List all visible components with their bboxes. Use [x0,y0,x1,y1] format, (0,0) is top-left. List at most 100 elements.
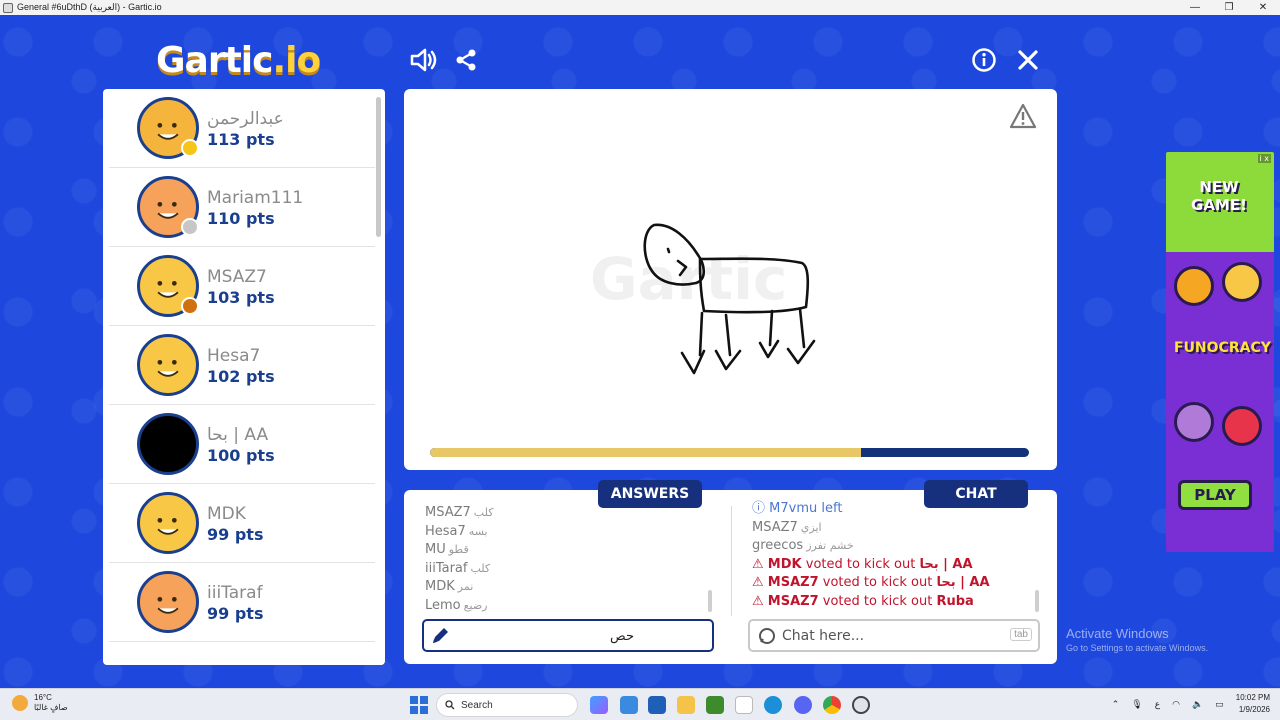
share-icon[interactable] [452,46,480,74]
advertisement[interactable]: i x NEW GAME! FUNOCRACY PLAY [1166,152,1274,552]
watermark-line1: Activate Windows [1066,626,1169,641]
chat-input-box[interactable]: tab [748,619,1040,652]
app-icon [3,2,13,13]
answer-guess: رضيع [463,598,488,612]
volume-icon[interactable]: 🔈 [1192,699,1203,710]
player-row[interactable]: Hesa7 102 pts [109,326,375,405]
answer-message: MDK نمر [425,578,493,597]
ad-play-button[interactable]: PLAY [1178,480,1252,510]
player-name: عبدالرحمن [207,109,284,129]
kick-target: Ruba [936,593,974,609]
player-status-badge [181,218,199,236]
kick-voter: MSAZ7 [767,593,819,609]
drawing-svg[interactable]: Gartic [404,89,1057,470]
kick-voter: MDK [767,556,802,572]
clock-time: 10:02 PM [1235,693,1270,702]
answer-message: iiiTaraf كلب [425,560,493,579]
gartic-logo: Gartic.io [156,40,321,81]
chat-user: greecos [752,538,804,553]
kick-vote-message: ⚠ MSAZ7 voted to kick out بحا | AA [752,574,990,593]
minimize-button[interactable]: — [1178,0,1212,15]
avatar-face [157,596,179,614]
player-row[interactable]: Mariam111 110 pts [109,168,375,247]
language-indicator[interactable]: ع [1155,699,1160,710]
warning-small-icon: ⚠ [752,575,768,590]
start-button[interactable] [410,696,428,714]
taskbar-search[interactable]: Search [436,693,578,717]
answer-user: Lemo [425,597,461,613]
ad-angry-face-icon [1222,406,1262,446]
answer-user: iiiTaraf [425,560,468,576]
players-panel: عبدالرحمن 113 pts Mariam111 110 pts MSAZ7 103… [103,89,385,665]
answer-guess: كلب [473,506,494,519]
sound-icon[interactable] [409,46,437,74]
canvas-watermark: Gartic [590,245,787,313]
gartic-app-icon[interactable] [852,696,870,714]
answer-input-box[interactable] [422,619,714,652]
tab-answers[interactable]: ANSWERS [598,480,702,508]
close-icon[interactable] [1014,46,1042,74]
player-points: 110 pts [207,209,275,228]
defender-icon[interactable] [648,696,666,714]
system-tray: ⌃ 🎙 ع ◠ 🔈 ▭ 10:02 PM 1/9/2026 [1112,692,1270,716]
wifi-icon[interactable]: ◠ [1172,699,1180,710]
chat-text: خشم تفرز [806,539,854,552]
watermark-line2: Go to Settings to activate Windows. [1066,643,1209,653]
search-icon [445,700,455,710]
player-points: 99 pts [207,525,264,544]
system-text: left [821,501,843,516]
player-status-badge [181,139,199,157]
player-row[interactable]: MDK 99 pts [109,484,375,563]
ad-brand: FUNOCRACY [1174,340,1271,356]
player-row[interactable]: عبدالرحمن 113 pts [109,89,375,168]
weather-widget[interactable]: 16°C صافٍ غالبًا [12,693,68,713]
answer-guess: كلب [470,561,491,575]
chat-message: MSAZ7 ايزي [752,519,990,538]
chat-user: MSAZ7 [752,519,798,535]
player-row[interactable]: بحا | AA 100 pts [109,405,375,484]
panel-divider [731,506,732,616]
system-user: M7vmu [769,501,818,516]
player-points: 99 pts [207,604,264,623]
maximize-button[interactable]: ❐ [1212,0,1246,15]
copilot-icon[interactable] [590,696,608,714]
chrome-icon[interactable] [823,696,841,714]
edge-icon[interactable] [764,696,782,714]
chat-text: ايزي [800,520,822,534]
answer-input[interactable] [454,625,634,647]
weather-desc: صافٍ غالبًا [34,703,68,712]
search-label: Search [461,699,493,711]
logo-suffix: .io [272,40,321,81]
info-icon[interactable] [970,46,998,74]
file-explorer-icon[interactable] [677,696,695,714]
close-window-button[interactable]: ✕ [1246,0,1280,15]
answer-message: MU قطو [425,541,493,560]
avatar-face [157,359,179,377]
ad-choices[interactable]: i x [1257,154,1271,163]
notepad-icon[interactable] [735,696,753,714]
avatar-face [157,517,179,535]
battery-icon[interactable]: ▭ [1215,699,1224,710]
minecraft-icon[interactable] [706,696,724,714]
ad-headline: NEW GAME! [1191,178,1247,214]
tray-chevron-icon[interactable]: ⌃ [1112,699,1120,710]
players-scrollbar[interactable] [376,97,381,237]
window-title: General #6uDthD (العربية) - Gartic.io [17,2,162,12]
player-points: 113 pts [207,130,275,149]
kick-text: voted to kick out [805,556,916,572]
store-icon[interactable] [620,696,638,714]
clock[interactable]: 10:02 PM 1/9/2026 [1236,692,1270,716]
chat-input[interactable] [782,626,1002,646]
player-name: iiiTaraf [207,583,263,603]
discord-icon[interactable] [794,696,812,714]
kick-voter: MSAZ7 [767,575,819,590]
answers-scrollbar[interactable] [708,590,712,612]
microphone-icon[interactable]: 🎙 [1131,699,1142,710]
player-row[interactable]: MSAZ7 103 pts [109,247,375,326]
chat-scrollbar[interactable] [1035,590,1039,612]
answer-guess: قطو [448,543,469,556]
taskbar: 16°C صافٍ غالبًا Search ⌃ 🎙 ع ◠ 🔈 ▭ 10:02… [0,688,1280,720]
player-name: Hesa7 [207,346,261,366]
player-row[interactable]: iiiTaraf 99 pts [109,563,375,642]
answers-chat-panel: ANSWERS CHAT MSAZ7 كلب Hesa7 بسه MU قطو iiiTar… [404,480,1057,664]
